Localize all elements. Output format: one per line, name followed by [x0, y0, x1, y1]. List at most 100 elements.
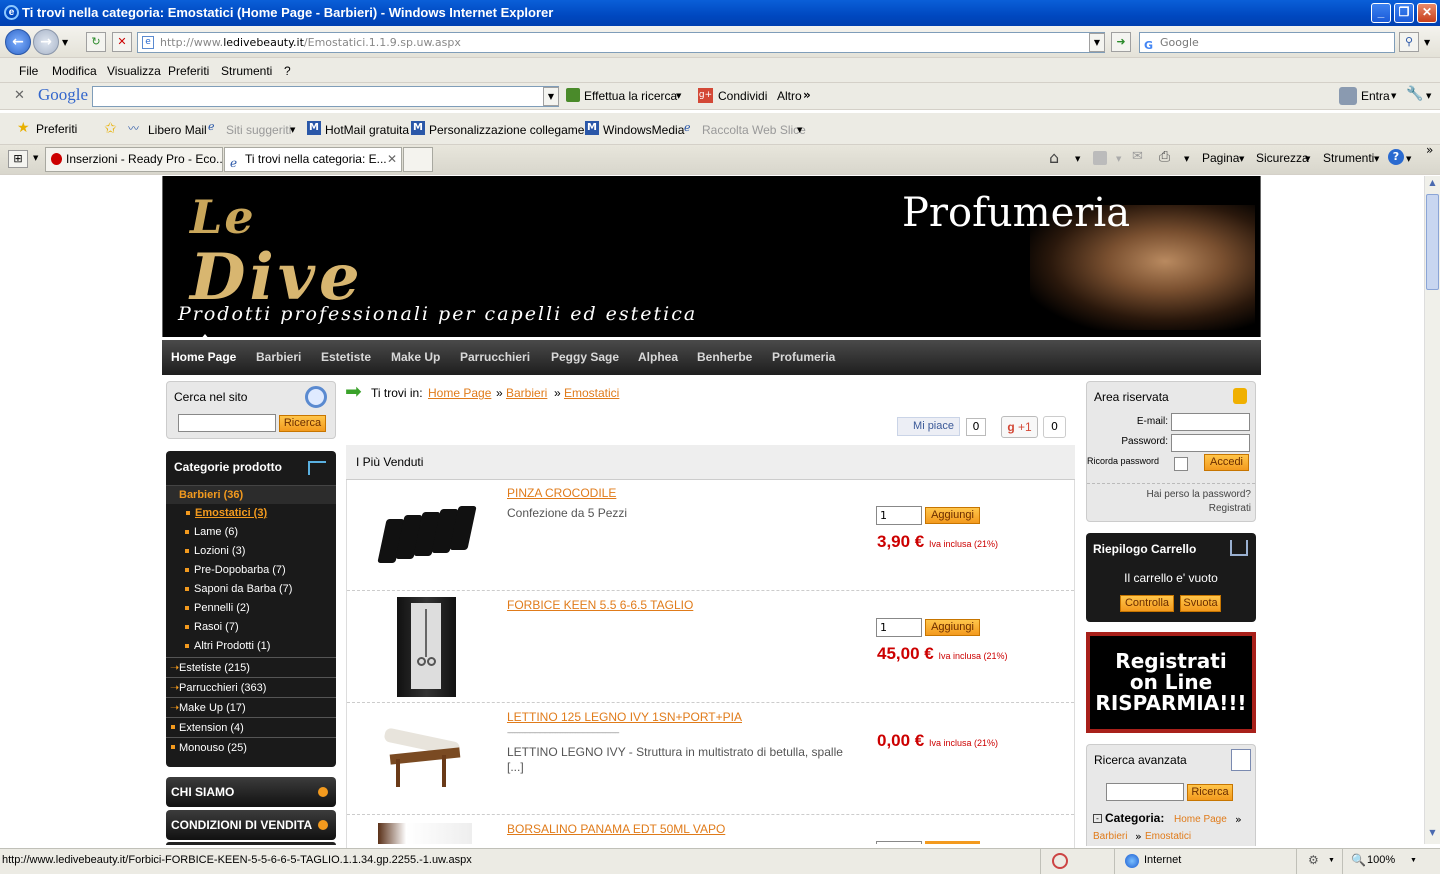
menu-help[interactable]: ?: [284, 64, 291, 78]
google-search-input[interactable]: [92, 86, 559, 107]
product-title[interactable]: BORSALINO PANAMA EDT 50ML VAPO: [507, 822, 725, 836]
cmd-strumenti[interactable]: Strumenti: [1323, 151, 1374, 165]
address-bar[interactable]: e http://www.ledivebeauty.it/Emostatici.…: [137, 32, 1105, 53]
tab-current[interactable]: ℯ Ti trovi nella categoria: E... ✕: [224, 147, 402, 172]
category-estetiste[interactable]: Estetiste (215): [179, 662, 250, 674]
fav-web-slice[interactable]: Raccolta Web Slice: [702, 123, 806, 137]
minimize-button[interactable]: _: [1371, 3, 1391, 23]
adv-search-input[interactable]: [1106, 783, 1184, 801]
more-button[interactable]: Altro: [777, 89, 802, 103]
nav-estetiste[interactable]: Estetiste: [321, 350, 371, 364]
category-monouso[interactable]: Monouso (25): [179, 742, 247, 754]
facebook-like-button[interactable]: Mi piace: [897, 417, 960, 436]
go-icon[interactable]: ➜: [1111, 32, 1131, 52]
subcategory-rasoi[interactable]: Rasoi (7): [185, 621, 239, 633]
quantity-input[interactable]: [876, 841, 922, 844]
breadcrumb-barbieri[interactable]: Barbieri: [506, 386, 547, 400]
feeds-caret-icon[interactable]: ▼: [1116, 155, 1121, 163]
forward-button[interactable]: →: [33, 29, 59, 55]
product-title[interactable]: PINZA CROCODILE: [507, 486, 616, 500]
history-dropdown-icon[interactable]: ▼: [62, 38, 68, 47]
scroll-up-icon[interactable]: ▲: [1426, 178, 1439, 192]
email-field[interactable]: [1171, 413, 1250, 431]
chi-siamo-button[interactable]: CHI SIAMO: [166, 777, 336, 807]
search-icon[interactable]: ⚲: [1399, 32, 1419, 52]
new-tab-button[interactable]: [403, 147, 433, 172]
feeds-icon[interactable]: [1093, 151, 1107, 165]
login-submit-button[interactable]: Accedi: [1204, 454, 1249, 471]
category-extension[interactable]: Extension (4): [179, 722, 244, 734]
fav-windowsmedia[interactable]: WindowsMedia: [603, 123, 684, 137]
product-image[interactable]: [377, 505, 477, 565]
register-promo-banner[interactable]: Registrati on Line RISPARMIA!!!: [1086, 632, 1256, 733]
category-parrucchieri[interactable]: Parrucchieri (363): [179, 682, 266, 694]
tab-inserzioni[interactable]: Inserzioni - Ready Pro - Eco...: [45, 147, 223, 172]
category-makeup[interactable]: Make Up (17): [179, 702, 246, 714]
forgot-password-link[interactable]: Hai perso la password?: [1147, 489, 1252, 500]
cart-check-button[interactable]: Controlla: [1120, 595, 1174, 612]
fav-personalizzazione[interactable]: Personalizzazione collegamenti: [429, 123, 597, 137]
condizioni-button[interactable]: CONDIZIONI DI VENDITA: [166, 810, 336, 840]
quantity-input[interactable]: 1: [876, 618, 922, 637]
nav-home[interactable]: Home Page: [171, 350, 236, 364]
pagina-caret-icon[interactable]: ▼: [1239, 155, 1244, 163]
add-to-cart-button[interactable]: Aggiungi: [925, 507, 980, 524]
search-options-icon[interactable]: ▼: [1424, 38, 1430, 47]
nav-parrucchieri[interactable]: Parrucchieri: [460, 350, 530, 364]
chevron-more-icon[interactable]: »: [1426, 143, 1433, 157]
print-caret-icon[interactable]: ▼: [1184, 155, 1189, 163]
back-button[interactable]: ←: [5, 29, 31, 55]
home-caret-icon[interactable]: ▼: [1075, 155, 1080, 163]
subcategory-lozioni[interactable]: Lozioni (3): [184, 545, 245, 557]
home-icon[interactable]: ⌂: [1049, 148, 1059, 167]
product-image[interactable]: [397, 597, 456, 697]
adv-cat-barbieri[interactable]: Barbieri: [1093, 831, 1127, 842]
category-barbieri[interactable]: Barbieri (36): [179, 489, 243, 501]
refresh-icon[interactable]: ↻: [86, 32, 106, 52]
privacy-icon[interactable]: [1052, 853, 1068, 869]
product-title[interactable]: LETTINO 125 LEGNO IVY 1SN+PORT+PIA: [507, 710, 742, 724]
site-search-button[interactable]: Ricerca: [279, 415, 326, 432]
nav-peggy-sage[interactable]: Peggy Sage: [551, 350, 619, 364]
nav-alphea[interactable]: Alphea: [638, 350, 678, 364]
menu-file[interactable]: File: [19, 64, 38, 78]
web-search-input[interactable]: G Google: [1139, 32, 1395, 53]
close-toolbar-icon[interactable]: ✕: [14, 88, 25, 103]
subcategory-lame[interactable]: Lame (6): [184, 526, 238, 538]
fav-siti-suggeriti[interactable]: Siti suggeriti: [226, 123, 291, 137]
adv-search-button[interactable]: Ricerca: [1187, 784, 1233, 801]
add-to-cart-button[interactable]: [925, 841, 980, 844]
add-favorite-icon[interactable]: ✩: [104, 119, 117, 137]
tab-list-icon[interactable]: ▼: [33, 154, 38, 162]
quick-tabs-icon[interactable]: ⊞: [8, 150, 28, 168]
protected-caret-icon[interactable]: ▼: [1328, 857, 1335, 864]
zoom-caret-icon[interactable]: ▼: [1410, 857, 1417, 864]
product-image[interactable]: [382, 725, 464, 795]
subcategory-saponi[interactable]: Saponi da Barba (7): [184, 583, 292, 595]
adv-cat-emostatici[interactable]: Emostatici: [1145, 831, 1191, 842]
share-button[interactable]: Condividi: [718, 89, 767, 103]
google-search-button[interactable]: Effettua la ricerca: [584, 89, 677, 103]
collapse-icon[interactable]: -: [1093, 814, 1102, 823]
nav-makeup[interactable]: Make Up: [391, 350, 440, 364]
login-button[interactable]: Entra: [1361, 89, 1390, 103]
subcategory-pennelli[interactable]: Pennelli (2): [185, 602, 250, 614]
adv-cat-home[interactable]: Home Page: [1174, 814, 1227, 825]
close-tab-icon[interactable]: ✕: [387, 148, 397, 171]
product-image[interactable]: [378, 823, 472, 844]
fav-libero-mail[interactable]: Libero Mail: [148, 123, 207, 137]
gplus-one-button[interactable]: g +1: [1001, 416, 1038, 438]
nav-benherbe[interactable]: Benherbe: [697, 350, 752, 364]
print-icon[interactable]: ⎙: [1159, 149, 1170, 165]
menu-modifica[interactable]: Modifica: [52, 64, 97, 78]
scroll-thumb[interactable]: [1426, 194, 1439, 290]
cmd-pagina[interactable]: Pagina: [1202, 151, 1239, 165]
subcategory-pre-dopobarba[interactable]: Pre-Dopobarba (7): [185, 564, 286, 576]
vertical-scrollbar[interactable]: ▲ ▼: [1424, 176, 1440, 844]
wrench-icon[interactable]: 🔧: [1406, 86, 1423, 102]
quantity-input[interactable]: 1: [876, 506, 922, 525]
menu-preferiti[interactable]: Preferiti: [168, 64, 209, 78]
help-caret-icon[interactable]: ▼: [1406, 155, 1411, 163]
sicurezza-caret-icon[interactable]: ▼: [1305, 155, 1310, 163]
scroll-down-icon[interactable]: ▼: [1426, 828, 1439, 842]
